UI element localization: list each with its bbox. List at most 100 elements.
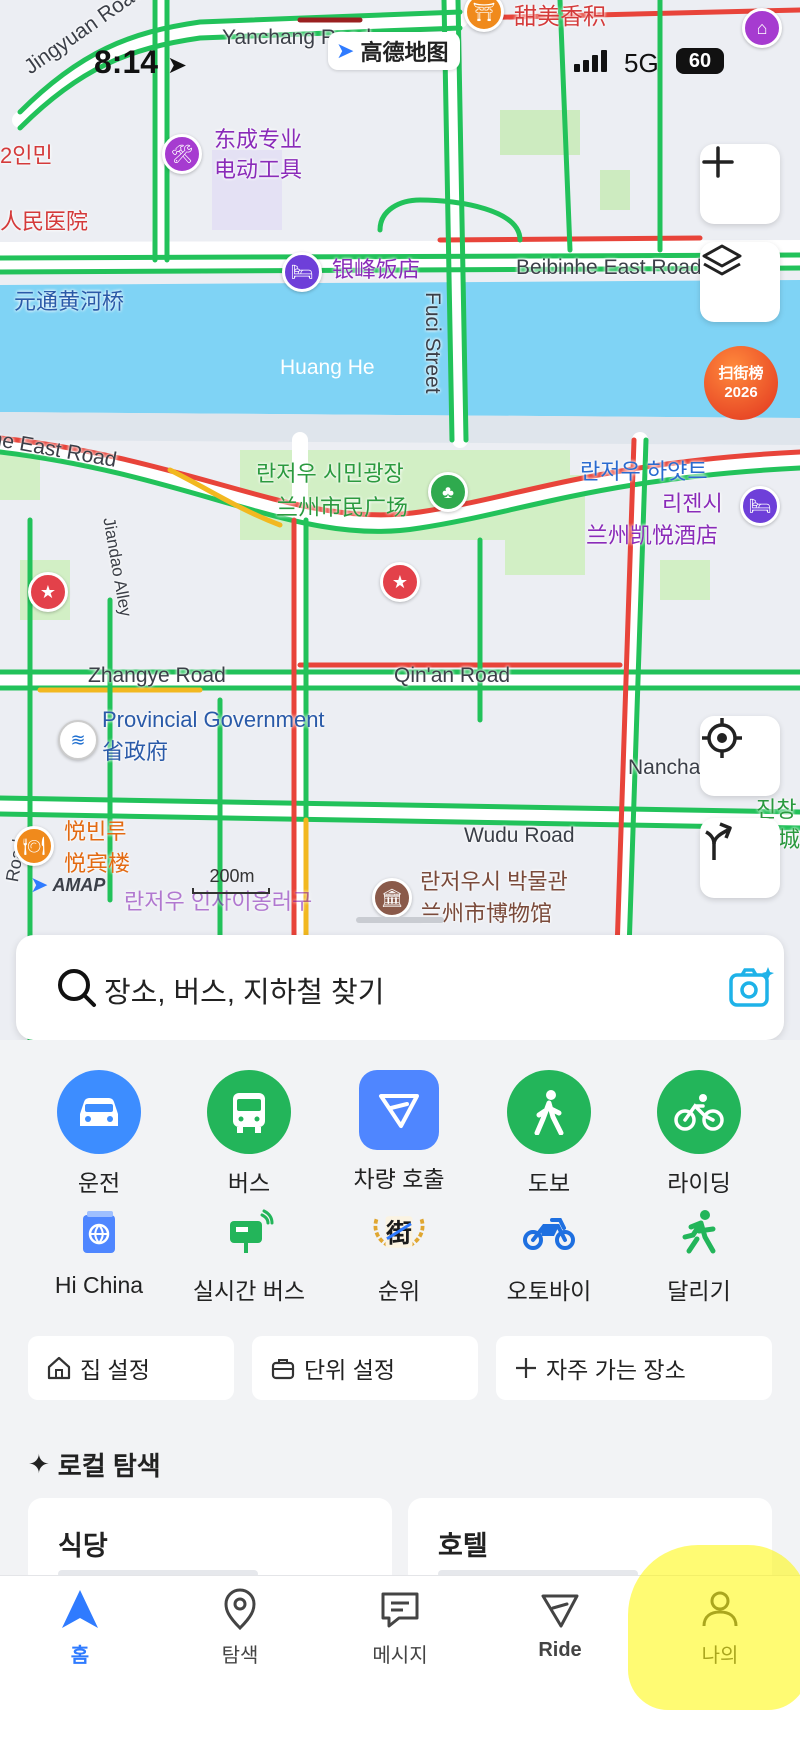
card-restaurant-title: 식당	[58, 1531, 108, 1561]
mode-ride-hailing[interactable]: 차량 호출	[324, 1070, 474, 1194]
poi-dongcheng-line2[interactable]: 电动工具	[214, 156, 302, 184]
poi-government-icon[interactable]: ≋	[58, 720, 98, 760]
poi-museum-cn[interactable]: 兰州市博物馆	[420, 900, 552, 928]
search-placeholder: 장소, 버스, 지하철 찾기	[104, 977, 385, 1009]
mode-drive[interactable]: 운전	[24, 1070, 174, 1198]
navigation-arrow-icon	[62, 1590, 98, 1628]
road-label-fuci: Fuci Street	[421, 292, 444, 394]
walk-icon	[507, 1070, 591, 1154]
poi-shop-icon[interactable]: ⌂	[742, 8, 782, 48]
poi-museum-kr[interactable]: 란저우시 박물관	[420, 868, 568, 896]
poi-hotel-icon[interactable]: 🛏	[282, 252, 322, 292]
my-location-button[interactable]	[700, 716, 780, 796]
tab-messages-label: 메시지	[372, 1645, 428, 1667]
location-pin-icon	[224, 1588, 256, 1631]
poi-park-icon[interactable]: ♣	[428, 472, 468, 512]
walk-icon-shape	[534, 1090, 564, 1135]
car-icon-shape	[80, 1098, 118, 1126]
poi-restaurant-icon[interactable]: 🍽	[14, 826, 54, 866]
mode-bus[interactable]: 버스	[174, 1070, 324, 1198]
sparkle-icon: ✦	[28, 1449, 50, 1479]
add-frequent-place-button[interactable]: 자주 가는 장소	[496, 1336, 772, 1400]
search-bar[interactable]: 장소, 버스, 지하철 찾기	[16, 935, 784, 1040]
service-realtime-bus[interactable]: 실시간 버스	[174, 1202, 324, 1306]
road-label-wudu: Wudu Road	[464, 824, 575, 847]
realtime-bus-shape	[230, 1209, 274, 1253]
amap-badge-icon: ➤	[336, 38, 355, 63]
set-work-button[interactable]: 단위 설정	[252, 1336, 478, 1400]
poi-hyatt-kr2[interactable]: 리젠시	[662, 490, 723, 518]
route-fork-icon	[705, 822, 732, 860]
map-view[interactable]: Yanchang Road Jingyuan Road Beibinhe Eas…	[0, 0, 800, 1040]
zoom-in-button[interactable]	[700, 144, 780, 224]
service-motorcycle-label: 오토바이	[506, 1278, 592, 1304]
poi-hyatt-hotel-icon[interactable]: 🛏	[740, 486, 780, 526]
tab-messages[interactable]: 메시지	[340, 1588, 460, 1668]
event-badge-line2: 2026	[724, 384, 758, 401]
tab-explore-label: 탐색	[221, 1645, 259, 1667]
event-badge-line1: 扫街榜	[718, 365, 764, 382]
service-ranking[interactable]: 街 순위	[324, 1202, 474, 1306]
network-type: 5G	[624, 48, 659, 78]
river-label: Huang He	[280, 356, 375, 379]
bus-icon-shape	[233, 1093, 265, 1133]
poi-hyatt-kr1[interactable]: 란저우 하얏트	[580, 458, 708, 486]
app-badge[interactable]: ➤ 高德地图	[328, 32, 461, 70]
motorcycle-shape	[523, 1218, 575, 1250]
mode-bike[interactable]: 라이딩	[624, 1070, 774, 1198]
poi-renmin-cn[interactable]: 人民医院	[0, 208, 88, 236]
ride-hailing-icon	[359, 1070, 439, 1150]
poi-dongcheng-line1[interactable]: 东成专业	[214, 126, 302, 154]
tab-home[interactable]: 홈	[20, 1588, 140, 1668]
poi-tools-icon[interactable]: 🛠	[162, 134, 202, 174]
poi-star-icon-2[interactable]: ★	[380, 562, 420, 602]
add-frequent-place-label: 자주 가는 장소	[546, 1357, 686, 1383]
set-home-button[interactable]: 집 설정	[28, 1336, 234, 1400]
mode-ride-hailing-label: 차량 호출	[353, 1166, 445, 1192]
poi-museum-icon[interactable]: 🏛	[372, 878, 412, 918]
tab-explore[interactable]: 탐색	[180, 1588, 300, 1668]
ride-icon	[541, 1594, 579, 1628]
poi-yuantong[interactable]: 元通黄河桥	[14, 288, 124, 316]
poi-plaza-kr[interactable]: 란저우 시민광장	[256, 460, 404, 488]
poi-hyatt-cn[interactable]: 兰州凯悦酒店	[586, 522, 718, 550]
poi-provgov-en[interactable]: Provincial Government	[102, 706, 325, 734]
status-time: 8:14 ➤	[94, 44, 187, 81]
passport-shape	[83, 1211, 115, 1253]
event-badge[interactable]: 扫街榜 2026	[704, 346, 778, 420]
status-bar: 8:14 ➤ ➤ 高德地图 5G 60	[0, 32, 800, 88]
mode-bike-label: 라이딩	[667, 1170, 731, 1196]
plus-icon	[516, 1358, 536, 1378]
service-motorcycle[interactable]: 오토바이	[474, 1202, 624, 1306]
layers-button[interactable]	[700, 242, 780, 322]
route-button[interactable]	[700, 818, 780, 898]
service-running[interactable]: 달리기	[624, 1202, 774, 1306]
service-hi-china[interactable]: Hi China	[24, 1202, 174, 1299]
motorcycle-icon	[519, 1202, 579, 1262]
tab-home-label: 홈	[70, 1645, 90, 1667]
passport-globe-icon	[69, 1202, 129, 1262]
poi-yinfeng[interactable]: 银峰饭店	[332, 256, 420, 284]
realtime-bus-icon	[219, 1202, 279, 1262]
poi-plaza-cn[interactable]: 兰州市民广场	[276, 494, 408, 522]
tab-ride[interactable]: Ride	[500, 1588, 620, 1662]
sheet-handle[interactable]	[356, 917, 444, 923]
status-time-text: 8:14	[94, 44, 159, 80]
mode-walk[interactable]: 도보	[474, 1070, 624, 1198]
service-ranking-label: 순위	[377, 1278, 421, 1304]
battery-level: 60	[688, 49, 712, 72]
poi-renmin-kr[interactable]: 2인민	[0, 142, 53, 170]
bike-icon-shape	[674, 1094, 724, 1131]
camera-search-icon[interactable]	[728, 965, 774, 1009]
briefcase-icon	[271, 1359, 295, 1380]
poi-tianmei[interactable]: 甜美香积	[514, 2, 606, 30]
crosshair-icon	[702, 718, 742, 758]
poi-yuebin-kr[interactable]: 悦빈루	[64, 818, 126, 846]
mode-drive-label: 운전	[77, 1170, 121, 1196]
poi-star-icon[interactable]: ★	[28, 572, 68, 612]
poi-provgov-cn[interactable]: 省政府	[102, 738, 168, 766]
local-explore-title: ✦ 로컬 탐색	[28, 1446, 161, 1483]
message-icon	[381, 1592, 419, 1628]
service-realtime-bus-label: 실시간 버스	[192, 1278, 306, 1304]
search-icon	[58, 969, 96, 1007]
